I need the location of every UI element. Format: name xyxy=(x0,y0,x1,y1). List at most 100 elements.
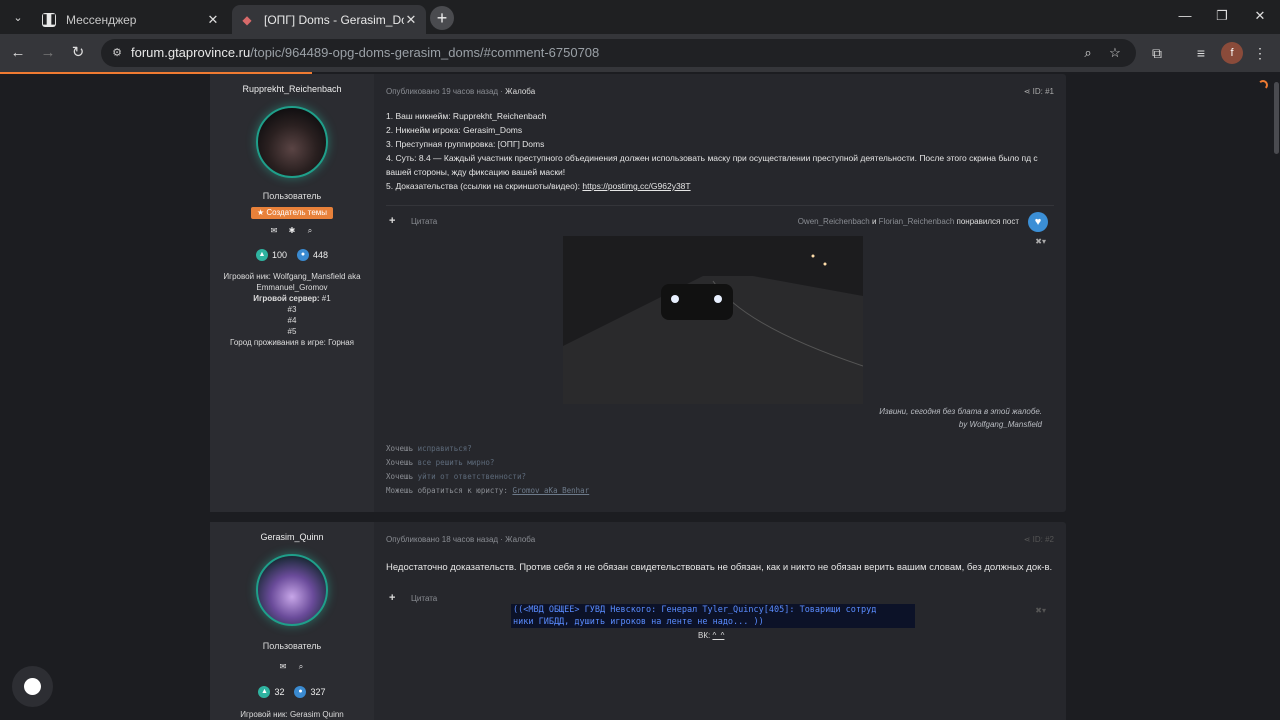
liker-name[interactable]: Florian_Reichenbach xyxy=(879,217,955,226)
tab-search-button[interactable]: ⌄ xyxy=(8,7,28,27)
avatar[interactable] xyxy=(256,106,328,178)
post-actions: + Цитата Owen_Reichenbach и Florian_Reic… xyxy=(386,212,1054,232)
forum-post: Rupprekht_Reichenbach Пользователь ★ Соз… xyxy=(210,74,1066,512)
post-id[interactable]: ID: #2 xyxy=(1033,535,1054,544)
sig-text: Хочешь xyxy=(386,472,418,481)
post-id[interactable]: ID: #1 xyxy=(1033,87,1054,96)
heart-icon[interactable]: ♥ xyxy=(1028,212,1048,232)
evidence-link[interactable]: https://postimg.cc/G962y38T xyxy=(582,181,690,191)
share-icon[interactable]: ⋖ xyxy=(1024,535,1033,544)
lawyer-link[interactable]: Gromov aKa Benhar xyxy=(512,486,589,495)
sig-text: Хочешь xyxy=(386,458,418,467)
author-name[interactable]: Gerasim_Quinn xyxy=(210,532,374,542)
city-info: Город проживания в игре: Горная xyxy=(230,338,354,347)
multiquote-button[interactable]: + xyxy=(389,592,395,604)
post-body: Опубликовано 18 часов назад · Жалоба ⋖ I… xyxy=(386,522,1054,720)
back-button[interactable]: ← xyxy=(8,43,28,63)
avatar[interactable] xyxy=(256,554,328,626)
chat-bubble-button[interactable] xyxy=(12,666,53,707)
post-body: Опубликовано 19 часов назад · Жалоба ⋖ I… xyxy=(386,74,1054,512)
post-meta: Опубликовано 19 часов назад · Жалоба xyxy=(386,87,535,96)
caption-line: Извини, сегодня без блата в этой жалобе. xyxy=(879,407,1042,416)
content-line: 3. Преступная группировка: [ОПГ] Doms xyxy=(386,139,545,149)
reactions-summary: Owen_Reichenbach и Florian_Reichenbach п… xyxy=(798,217,1019,226)
chat-bubble-icon xyxy=(24,678,41,695)
post-meta: Опубликовано 18 часов назад · Жалоба xyxy=(386,535,535,544)
settings-icon[interactable]: ✱ xyxy=(288,226,297,235)
tab-messenger[interactable]: ❚❚ Мессенджер ✕ xyxy=(34,5,228,34)
url-text[interactable]: forum.gtaprovince.ru/topic/964489-opg-do… xyxy=(131,45,599,60)
game-nick: Игровой ник: Gerasim Quinn xyxy=(240,710,344,719)
quote-button[interactable]: Цитата xyxy=(411,217,437,226)
report-link[interactable]: Жалоба xyxy=(505,87,535,96)
menu-icon[interactable]: ⋮ xyxy=(1250,43,1270,63)
moderation-menu-icon[interactable]: ✖▾ xyxy=(1035,606,1046,615)
content-line: 4. Суть: 8.4 — Каждый участник преступно… xyxy=(386,153,1038,177)
author-name[interactable]: Rupprekht_Reichenbach xyxy=(210,84,374,94)
author-stats: ▲ 32 ● 327 xyxy=(210,686,374,698)
report-link[interactable]: Жалоба xyxy=(505,535,535,544)
caption-line: by Wolfgang_Mansfield xyxy=(958,420,1042,429)
chat-line: ники ГИБДД, душить игроков на ленте не н… xyxy=(513,617,764,627)
author-stats: ▲ 100 ● 448 xyxy=(210,249,374,261)
loading-spinner xyxy=(1258,80,1268,90)
comment-icon: ● xyxy=(297,249,309,261)
car-icon: ◆ xyxy=(242,12,252,27)
author-panel: Rupprekht_Reichenbach Пользователь ★ Соз… xyxy=(210,74,374,512)
vk-contact: ВК: ^_^ xyxy=(698,631,724,640)
reload-button[interactable]: ↻ xyxy=(68,43,88,63)
moderation-menu-icon[interactable]: ✖▾ xyxy=(1035,237,1046,246)
comments-count: 327 xyxy=(310,687,326,697)
quote-button[interactable]: Цитата xyxy=(411,594,437,603)
scrollbar-thumb[interactable] xyxy=(1274,82,1279,154)
media-controls-icon[interactable]: ≡ xyxy=(1191,43,1211,63)
tab-title: [ОПГ] Doms - Gerasim_Doms - xyxy=(264,12,404,27)
profile-avatar[interactable]: f xyxy=(1221,42,1243,64)
liker-name[interactable]: Owen_Reichenbach xyxy=(798,217,870,226)
tab-title: Мессенджер xyxy=(66,12,137,27)
chat-line: ((<МВД ОБЩЕЕ> ГУВД Невского: Генерал Tyl… xyxy=(513,605,877,615)
user-role: Пользователь xyxy=(262,191,322,201)
search-icon[interactable]: ⌕ xyxy=(297,662,306,671)
author-actions: ✉ ⌕ xyxy=(210,662,374,671)
sig-text: исправиться? xyxy=(417,444,472,453)
browser-toolbar: ← → ↻ ⚙ forum.gtaprovince.ru/topic/96448… xyxy=(0,34,1280,72)
vk-link[interactable]: ^_^ xyxy=(712,631,724,640)
car-night-image xyxy=(563,236,863,404)
extensions-icon[interactable]: ⧉ xyxy=(1147,43,1167,63)
server-value: #1 xyxy=(319,294,331,303)
author-actions: ✉ ✱ ⌕ xyxy=(210,226,374,235)
address-bar[interactable]: ⚙ forum.gtaprovince.ru/topic/964489-opg-… xyxy=(101,39,1136,67)
close-icon[interactable]: ✕ xyxy=(404,12,418,28)
server-value: #5 xyxy=(287,327,297,336)
vk-label: ВК: xyxy=(698,631,713,640)
sig-text: уйти от ответственности? xyxy=(417,472,526,481)
search-icon[interactable]: ⌕ xyxy=(306,226,315,235)
multiquote-button[interactable]: + xyxy=(389,215,395,227)
tab-forum-topic[interactable]: ◆ [ОПГ] Doms - Gerasim_Doms - ✕ xyxy=(232,5,426,34)
chat-screenshot[interactable]: ((<МВД ОБЩЕЕ> ГУВД Невского: Генерал Tyl… xyxy=(511,604,915,628)
mail-icon[interactable]: ✉ xyxy=(270,226,279,235)
author-panel: Gerasim_Quinn Пользователь ✉ ⌕ ▲ 32 ● 327 … xyxy=(210,522,374,720)
restore-button[interactable]: ❐ xyxy=(1212,8,1232,24)
close-icon[interactable]: ✕ xyxy=(206,12,220,28)
share-icon[interactable]: ⋖ xyxy=(1024,87,1033,96)
server-value: #4 xyxy=(287,316,297,325)
signature: Хочешь исправиться? Хочешь все решить ми… xyxy=(386,442,589,498)
sig-text: Хочешь xyxy=(386,444,418,453)
minimize-button[interactable]: — xyxy=(1175,8,1195,23)
mail-icon[interactable]: ✉ xyxy=(279,662,288,671)
forward-button[interactable]: → xyxy=(38,43,58,63)
site-info-icon[interactable]: ⚙ xyxy=(109,45,125,61)
tab-strip: ⌄ ❚❚ Мессенджер ✕ ◆ [ОПГ] Doms - Gerasim… xyxy=(0,0,1280,34)
post-share[interactable]: ⋖ ID: #2 xyxy=(1024,535,1054,544)
new-tab-button[interactable]: + xyxy=(430,6,454,30)
zoom-icon[interactable]: ⌕ xyxy=(1079,44,1097,62)
bookmark-star-icon[interactable]: ☆ xyxy=(1106,44,1124,62)
post-share[interactable]: ⋖ ID: #1 xyxy=(1024,87,1054,96)
post-image[interactable] xyxy=(563,236,863,404)
divider xyxy=(386,205,1054,206)
window-close-button[interactable]: ✕ xyxy=(1250,8,1270,24)
likes-count: 100 xyxy=(271,250,287,260)
server-value: #3 xyxy=(287,305,297,314)
